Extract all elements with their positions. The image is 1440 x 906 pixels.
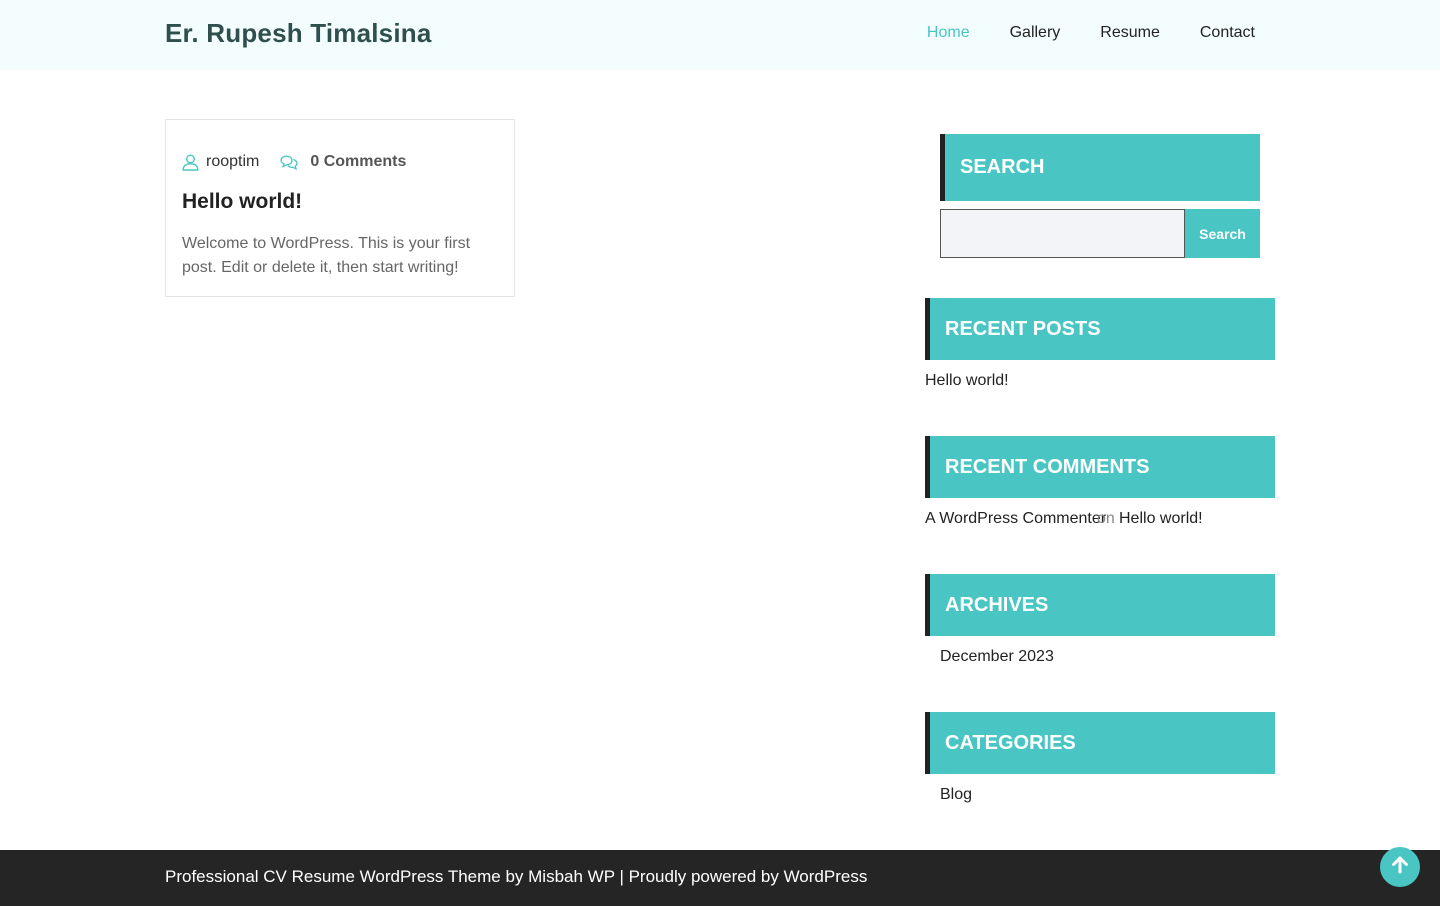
user-icon <box>182 154 199 171</box>
post-meta: rooptim 0 Comments <box>182 153 406 171</box>
post-card: rooptim 0 Comments Hello world! Welcome … <box>165 119 515 297</box>
nav-resume[interactable]: Resume <box>1100 24 1160 42</box>
recent-posts-title: RECENT POSTS <box>925 298 1275 360</box>
comment-post-link[interactable]: Hello world! <box>1119 510 1203 528</box>
nav-home[interactable]: Home <box>927 24 970 42</box>
comment-author-link[interactable]: A WordPress Commenter <box>925 510 1106 528</box>
back-to-top-button[interactable] <box>1380 847 1420 887</box>
comment-joiner: on <box>1097 510 1115 527</box>
category-link[interactable]: Blog <box>940 786 972 804</box>
main-nav: Home Gallery Resume Contact <box>927 24 1255 42</box>
post-excerpt: Welcome to WordPress. This is your first… <box>182 235 471 276</box>
site-title[interactable]: Er. Rupesh Timalsina <box>165 18 432 49</box>
nav-gallery[interactable]: Gallery <box>1010 24 1061 42</box>
site-footer: Professional CV Resume WordPress Theme b… <box>0 850 1440 906</box>
search-widget-title: SEARCH <box>940 134 1260 201</box>
search-form: Search <box>940 209 1260 258</box>
nav-contact[interactable]: Contact <box>1200 24 1255 42</box>
categories-title: CATEGORIES <box>925 712 1275 774</box>
post-comments-count[interactable]: 0 Comments <box>310 153 406 171</box>
search-button[interactable]: Search <box>1185 209 1260 258</box>
site-header: Er. Rupesh Timalsina Home Gallery Resume… <box>0 0 1440 70</box>
comments-icon <box>280 155 299 170</box>
arrow-up-icon <box>1390 855 1410 880</box>
post-title[interactable]: Hello world! <box>182 190 302 214</box>
footer-credits[interactable]: Professional CV Resume WordPress Theme b… <box>165 867 867 887</box>
archive-link[interactable]: December 2023 <box>940 648 1054 666</box>
recent-comments-title: RECENT COMMENTS <box>925 436 1275 498</box>
archives-title: ARCHIVES <box>925 574 1275 636</box>
post-author[interactable]: rooptim <box>206 153 259 171</box>
recent-post-link[interactable]: Hello world! <box>925 372 1009 390</box>
search-input[interactable] <box>940 209 1185 258</box>
